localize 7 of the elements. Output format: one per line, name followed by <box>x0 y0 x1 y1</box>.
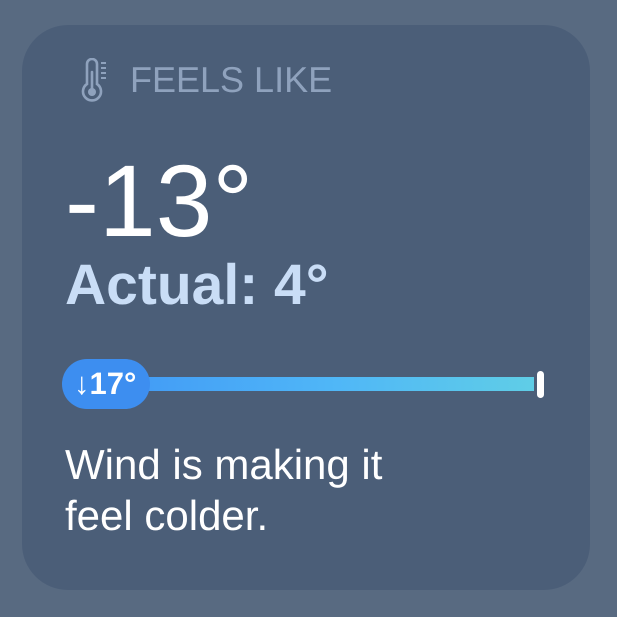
feels-like-temperature: -13° <box>65 150 254 252</box>
end-marker-icon <box>537 370 544 398</box>
description-text: Wind is making it feel colder. <box>65 440 384 541</box>
card-title: FEELS LIKE <box>130 58 332 102</box>
difference-badge: ↓17° <box>62 359 150 409</box>
actual-temperature: Actual: 4° <box>65 257 329 314</box>
thermometer-icon <box>80 58 108 102</box>
